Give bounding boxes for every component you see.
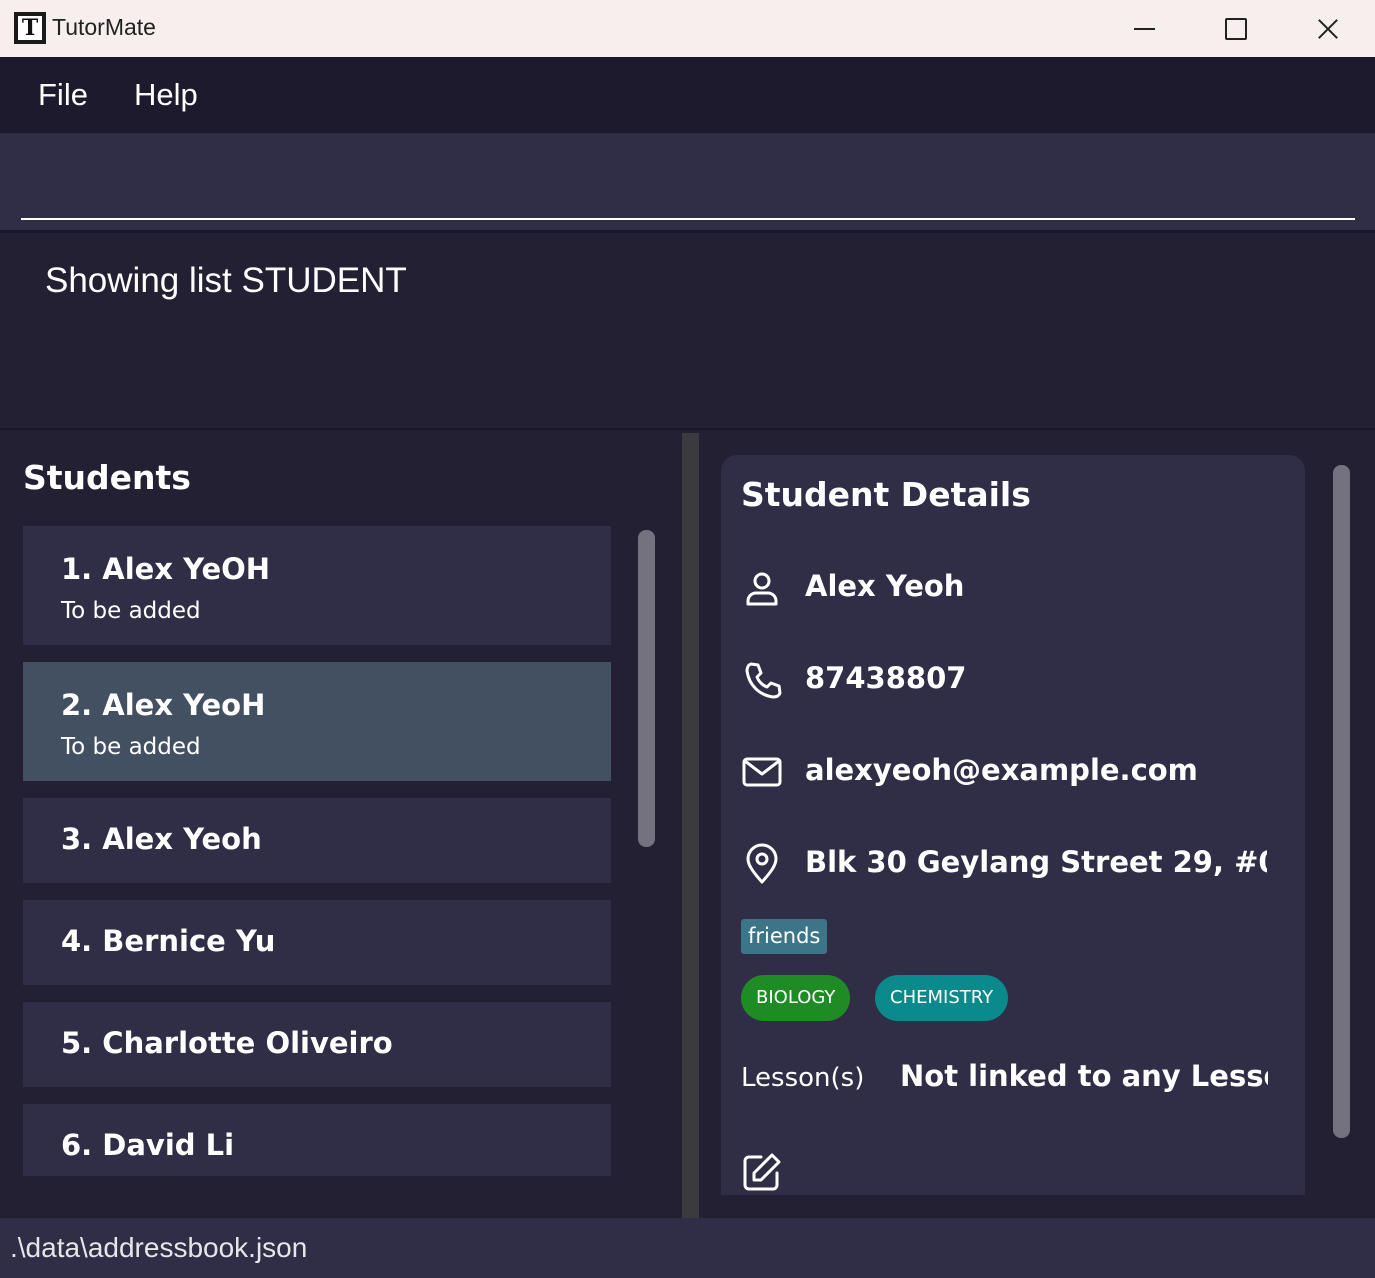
lesson-label: Lesson(s)	[741, 1063, 865, 1093]
subject-badge-biology: BIOLOGY	[741, 975, 851, 1021]
detail-email: alexyeoh@example.com	[805, 753, 1198, 787]
menu-file[interactable]: File	[38, 77, 88, 113]
window-title: TutorMate	[52, 14, 156, 40]
student-name: 6. David Li	[61, 1128, 235, 1162]
minimize-icon[interactable]	[1100, 0, 1190, 57]
student-list-scrollbar[interactable]	[638, 530, 655, 847]
title-bar: T TutorMate	[0, 0, 1375, 57]
student-subtitle: To be added	[61, 598, 201, 624]
students-heading: Students	[23, 458, 191, 497]
detail-name-row: Alex Yeoh	[721, 561, 1305, 611]
student-card-4[interactable]: 4. Bernice Yu	[23, 900, 611, 985]
detail-name: Alex Yeoh	[805, 569, 965, 603]
save-location-path: .\data\addressbook.json	[10, 1232, 308, 1263]
student-details-panel: Student Details Alex Yeoh 87438807 alexy…	[721, 455, 1305, 1195]
result-message: Showing list STUDENT	[45, 261, 407, 300]
command-input[interactable]	[21, 133, 1355, 220]
student-name: 3. Alex Yeoh	[61, 822, 262, 856]
student-card-1[interactable]: 1. Alex YeOH To be added	[23, 526, 611, 645]
location-pin-icon	[746, 843, 778, 884]
detail-email-row: alexyeoh@example.com	[721, 745, 1305, 795]
phone-icon	[745, 662, 782, 699]
menu-bar: File Help	[0, 57, 1375, 133]
student-name: 2. Alex YeoH	[61, 688, 266, 722]
subject-badge-chemistry: CHEMISTRY	[875, 975, 1009, 1021]
student-subtitle: To be added	[61, 734, 201, 760]
detail-address-row: Blk 30 Geylang Street 29, #06-40	[721, 837, 1305, 887]
student-card-3[interactable]: 3. Alex Yeoh	[23, 798, 611, 883]
detail-phone-row: 87438807	[721, 653, 1305, 703]
details-heading: Student Details	[741, 475, 1031, 514]
student-name: 5. Charlotte Oliveiro	[61, 1026, 393, 1060]
status-bar: .\data\addressbook.json	[0, 1218, 1375, 1278]
mail-icon	[742, 757, 782, 787]
student-list[interactable]: 1. Alex YeOH To be added 2. Alex YeoH To…	[23, 526, 611, 1176]
tag-badge: friends	[741, 919, 828, 954]
student-name: 1. Alex YeOH	[61, 552, 271, 586]
result-display: Showing list STUDENT	[0, 230, 1375, 430]
close-icon[interactable]	[1283, 0, 1373, 57]
app-logo-letter: T	[18, 16, 42, 40]
maximize-icon[interactable]	[1190, 0, 1280, 57]
edit-icon[interactable]	[741, 1151, 783, 1193]
detail-address: Blk 30 Geylang Street 29, #06-40	[805, 845, 1267, 879]
menu-help[interactable]: Help	[134, 77, 198, 113]
details-scrollbar[interactable]	[1333, 465, 1350, 1138]
student-card-5[interactable]: 5. Charlotte Oliveiro	[23, 1002, 611, 1087]
command-box	[0, 133, 1375, 230]
person-icon	[746, 572, 778, 606]
student-card-6[interactable]: 6. David Li	[23, 1104, 611, 1176]
student-card-2[interactable]: 2. Alex YeoH To be added	[23, 662, 611, 781]
lesson-value: Not linked to any Lessons	[900, 1059, 1268, 1093]
student-name: 4. Bernice Yu	[61, 924, 276, 958]
detail-phone: 87438807	[805, 661, 967, 695]
split-pane-divider[interactable]	[682, 433, 699, 1218]
app-logo-icon: T	[14, 12, 46, 44]
